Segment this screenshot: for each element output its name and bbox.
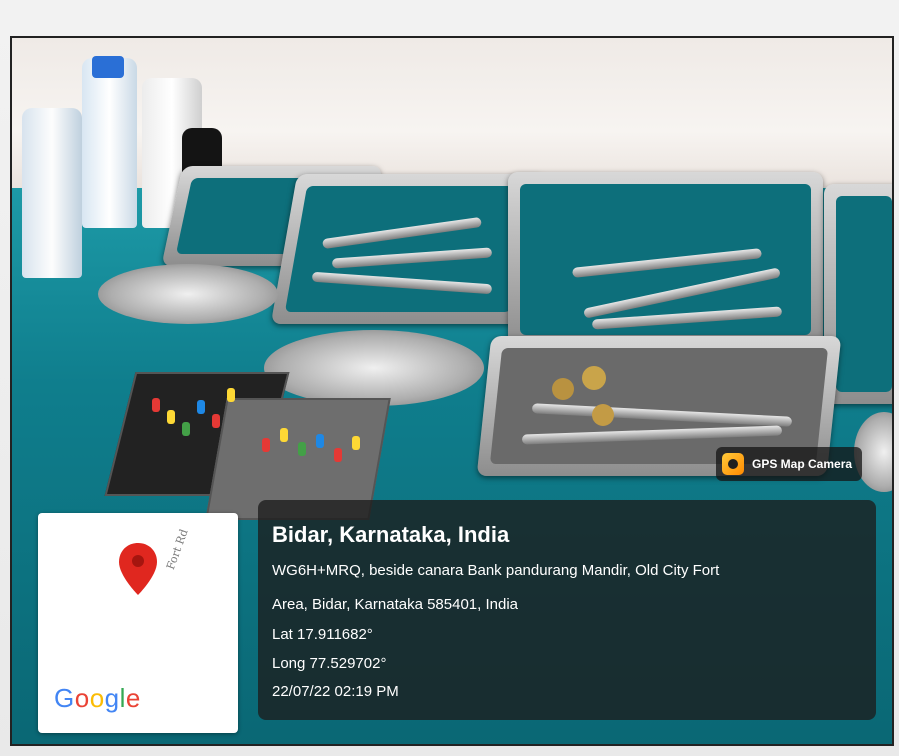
latitude: Lat 17.911682° [272, 626, 373, 643]
location-info-panel: Bidar, Karnataka, India WG6H+MRQ, beside… [258, 500, 876, 720]
app-badge: GPS Map Camera [716, 447, 863, 481]
location-title: Bidar, Karnataka, India [272, 522, 510, 547]
mouth-mirror [552, 378, 574, 400]
bur [212, 414, 220, 428]
app-name: GPS Map Camera [752, 457, 853, 471]
bur [152, 398, 160, 412]
bur [227, 388, 235, 402]
mouth-mirror [592, 404, 614, 426]
map-thumbnail[interactable]: Fort Rd Google [38, 513, 238, 733]
camera-pin-icon [722, 453, 744, 475]
bur [298, 442, 306, 456]
bur [352, 436, 360, 450]
google-logo: Google [54, 683, 141, 713]
bottle [82, 58, 137, 228]
bur [182, 422, 190, 436]
address-line-1: WG6H+MRQ, beside canara Bank pandurang M… [272, 562, 720, 579]
kidney-tray [264, 330, 484, 406]
bur [280, 428, 288, 442]
bur [334, 448, 342, 462]
bur [316, 434, 324, 448]
instrument-tray [270, 174, 548, 324]
datetime: 22/07/22 02:19 PM [272, 683, 399, 700]
road-label: Fort Rd [164, 527, 191, 572]
kidney-tray [98, 264, 278, 324]
longitude: Long 77.529702° [272, 655, 387, 672]
bottle [22, 108, 82, 278]
address-line-2: Area, Bidar, Karnataka 585401, India [272, 596, 519, 613]
bur [197, 400, 205, 414]
bottle-cap [92, 56, 124, 78]
bur [167, 410, 175, 424]
map-pin-icon [119, 543, 157, 595]
bur [262, 438, 270, 452]
mouth-mirror [582, 366, 606, 390]
